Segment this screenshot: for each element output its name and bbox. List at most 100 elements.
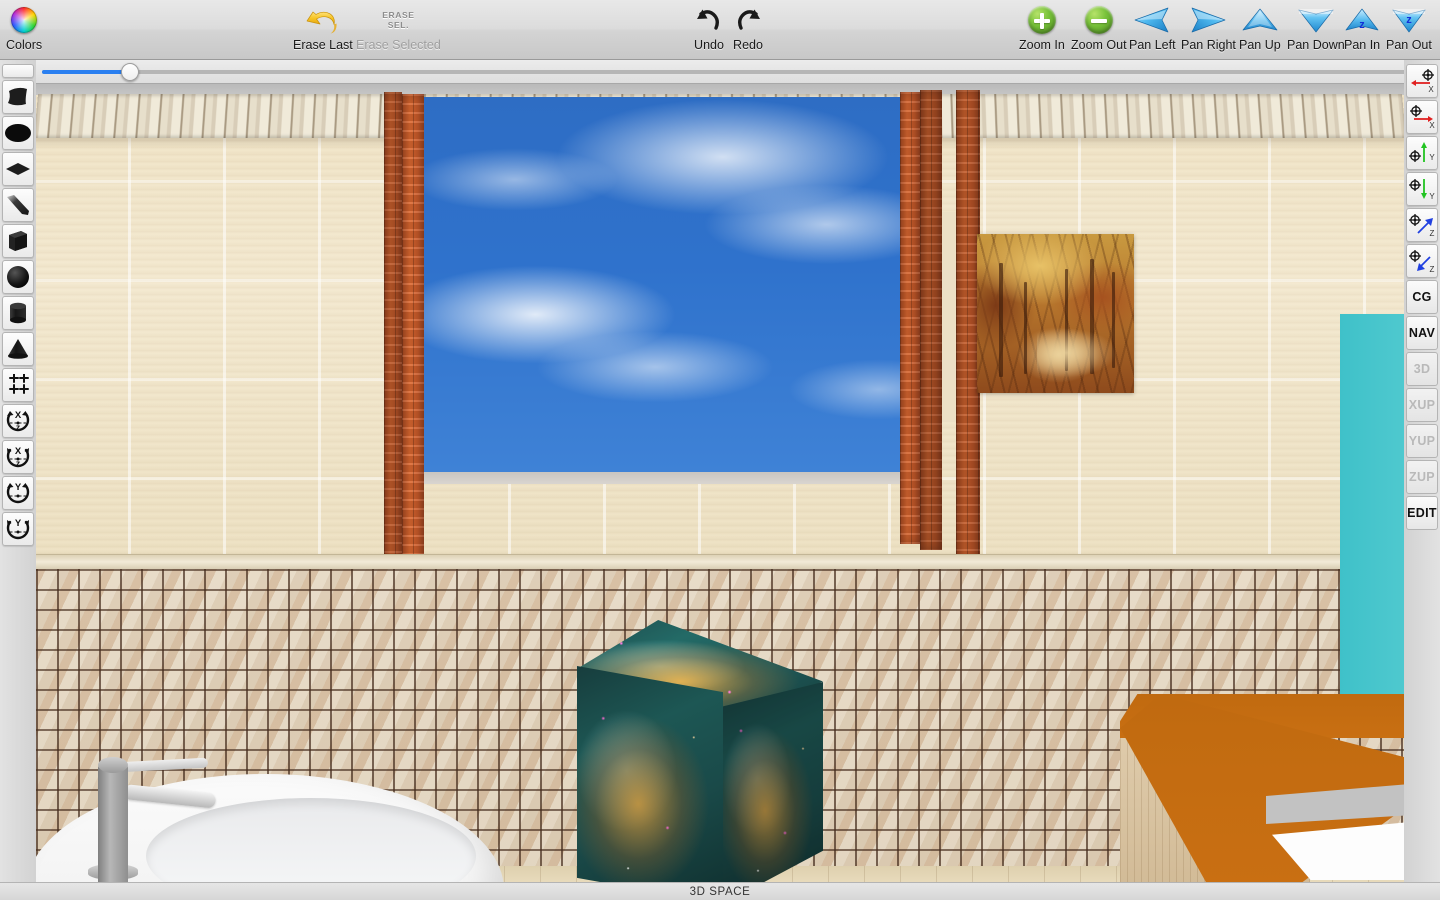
- erase-selected-label: Erase Selected: [356, 38, 441, 52]
- pan-in-button[interactable]: z Pan In: [1344, 2, 1380, 58]
- mode-button-nav[interactable]: NAV: [1406, 316, 1438, 350]
- sphere-tool-button[interactable]: [2, 260, 34, 294]
- nebula-cube[interactable]: [541, 604, 841, 882]
- svg-text:Z: Z: [1430, 229, 1435, 238]
- triangle-right-icon: [1188, 2, 1228, 38]
- move-z-positive-button[interactable]: Z: [1406, 208, 1438, 242]
- pan-in-label: Pan In: [1344, 38, 1381, 52]
- autumn-forest-painting[interactable]: [977, 234, 1134, 393]
- mode-button-cg[interactable]: CG: [1406, 280, 1438, 314]
- sphere-icon: [7, 266, 29, 288]
- shutter-gap-wall: [942, 212, 956, 422]
- slider-bar: [0, 60, 1440, 84]
- colors-label: Colors: [6, 38, 43, 52]
- erase-sel-line1: ERASE: [382, 10, 415, 20]
- ellipse-tool-button[interactable]: [2, 116, 34, 150]
- svg-text:Y: Y: [15, 518, 22, 529]
- move-y-positive-button[interactable]: Y: [1406, 136, 1438, 170]
- erase-last-label: Erase Last: [293, 38, 353, 52]
- mode-button-yup[interactable]: YUP: [1406, 424, 1438, 458]
- mode-button-xup[interactable]: XUP: [1406, 388, 1438, 422]
- erase-selected-button[interactable]: ERASE SEL. Erase Selected: [356, 2, 441, 58]
- triangle-down-icon: [1296, 2, 1336, 38]
- move-y-negative-button[interactable]: Y: [1406, 172, 1438, 206]
- move-z-negative-button[interactable]: Z: [1406, 244, 1438, 278]
- points-tool-button[interactable]: [2, 368, 34, 402]
- diamond-icon: [6, 163, 30, 175]
- pan-up-button[interactable]: Pan Up: [1239, 2, 1281, 58]
- erase-last-button[interactable]: Erase Last: [293, 2, 353, 58]
- undo-label: Undo: [694, 38, 724, 52]
- undo-button[interactable]: Undo: [694, 2, 724, 58]
- svg-text:X: X: [15, 446, 22, 457]
- cone-tool-button[interactable]: [2, 332, 34, 366]
- left-toolbar: X z X z Y Y: [0, 60, 36, 900]
- 3d-viewport[interactable]: [36, 84, 1404, 882]
- status-text: 3D SPACE: [689, 885, 751, 898]
- mode-button-zup[interactable]: ZUP: [1406, 460, 1438, 494]
- size-slider[interactable]: [42, 63, 1432, 81]
- slider-thumb[interactable]: [120, 63, 139, 81]
- plane-tool-button[interactable]: [2, 80, 34, 114]
- pan-left-button[interactable]: Pan Left: [1129, 2, 1176, 58]
- diamond-tool-button[interactable]: [2, 152, 34, 186]
- move-x-negative-button[interactable]: X: [1406, 64, 1438, 98]
- app-root: Colors Erase Last ERASE SEL. Erase Selec…: [0, 0, 1440, 900]
- pan-out-label: Pan Out: [1386, 38, 1432, 52]
- pan-out-button[interactable]: z Pan Out: [1386, 2, 1432, 58]
- cone-icon: [8, 339, 28, 359]
- curved-plane-icon: [8, 87, 27, 106]
- svg-text:z: z: [16, 458, 20, 468]
- shutter-left-outer: [384, 92, 402, 570]
- zoom-in-button[interactable]: Zoom In: [1019, 2, 1065, 58]
- redo-arrow-icon: [733, 2, 763, 38]
- rotate-xz-ccw-button[interactable]: X z: [2, 404, 34, 438]
- faucet-body[interactable]: [98, 764, 128, 882]
- tool-preview-swatch[interactable]: [2, 64, 34, 78]
- slider-fill: [42, 70, 130, 74]
- svg-text:X: X: [15, 410, 22, 421]
- mode-button-edit[interactable]: EDIT: [1406, 496, 1438, 530]
- erase-sel-line2: SEL.: [387, 20, 410, 30]
- svg-text:z: z: [1359, 19, 1365, 31]
- ellipse-icon: [5, 124, 31, 142]
- move-y-negative-icon: Y: [1409, 179, 1435, 201]
- cube-right-face: [723, 682, 823, 882]
- four-points-icon: [9, 374, 29, 394]
- redo-button[interactable]: Redo: [733, 2, 763, 58]
- triangle-up-z-icon: z: [1344, 2, 1380, 38]
- zoom-out-button[interactable]: Zoom Out: [1071, 2, 1127, 58]
- undo-yellow-arrow-icon: [303, 2, 343, 38]
- rotate-xz-ccw-icon: X z: [6, 410, 30, 432]
- strip-tool-button[interactable]: [2, 188, 34, 222]
- pan-right-label: Pan Right: [1181, 38, 1236, 52]
- rotate-xz-cw-button[interactable]: X z: [2, 440, 34, 474]
- rotate-y-cw-button[interactable]: Y: [2, 512, 34, 546]
- zoom-in-label: Zoom In: [1019, 38, 1065, 52]
- cube-front-face: [577, 666, 723, 882]
- mode-button-3d[interactable]: 3D: [1406, 352, 1438, 386]
- teal-panel: [1340, 314, 1404, 714]
- cylinder-tool-button[interactable]: [2, 296, 34, 330]
- slanted-strip-icon: [7, 195, 29, 215]
- green-plus-icon: [1027, 2, 1056, 38]
- triangle-up-icon: [1240, 2, 1280, 38]
- cube-tool-button[interactable]: [2, 224, 34, 258]
- green-minus-icon: [1084, 2, 1113, 38]
- top-toolbar: Colors Erase Last ERASE SEL. Erase Selec…: [0, 0, 1440, 60]
- pan-up-label: Pan Up: [1239, 38, 1281, 52]
- color-wheel-icon: [11, 2, 38, 38]
- shutter-left-inner: [402, 94, 424, 564]
- pan-right-button[interactable]: Pan Right: [1181, 2, 1236, 58]
- right-toolbar: X X Y Y Z Z CG NAV 3D XUP YUP ZUP EDIT: [1404, 60, 1440, 900]
- move-x-positive-icon: X: [1410, 105, 1435, 130]
- colors-button[interactable]: Colors: [6, 2, 42, 58]
- shutter-right-inner: [900, 92, 920, 544]
- svg-text:Y: Y: [1429, 153, 1435, 162]
- window-sky: [421, 97, 941, 472]
- pan-down-button[interactable]: Pan Down: [1287, 2, 1345, 58]
- cylinder-icon: [10, 302, 26, 324]
- rotate-y-ccw-button[interactable]: Y: [2, 476, 34, 510]
- zoom-out-label: Zoom Out: [1071, 38, 1127, 52]
- move-x-positive-button[interactable]: X: [1406, 100, 1438, 134]
